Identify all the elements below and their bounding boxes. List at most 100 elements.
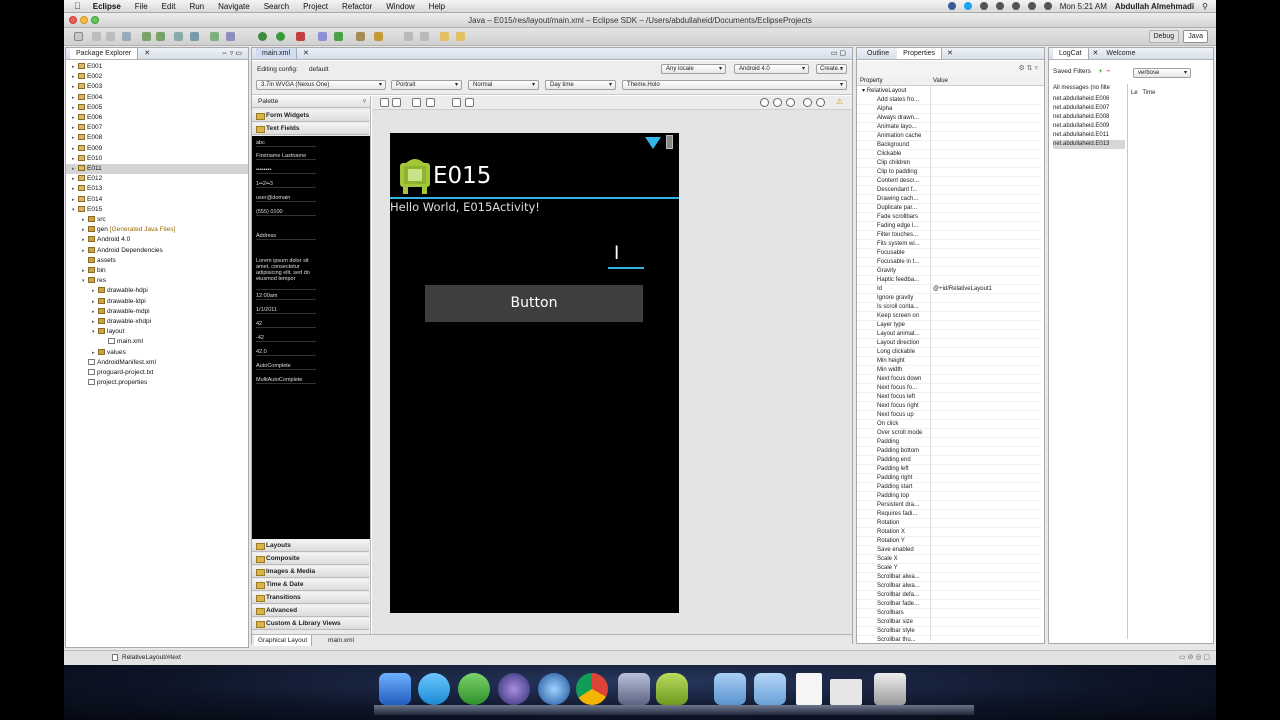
property-row[interactable]: Requires fadi... bbox=[857, 510, 1042, 519]
avd-manager-icon[interactable] bbox=[156, 32, 165, 41]
menu-edit[interactable]: Edit bbox=[162, 2, 176, 11]
tree-row-android-dependencies[interactable]: ▸ Android Dependencies bbox=[66, 246, 248, 256]
view-menu-icon[interactable]: ⇔ ▿ ▭ bbox=[221, 48, 242, 59]
property-row[interactable]: Focusable bbox=[857, 249, 1042, 258]
close-editor-tab-icon[interactable]: ✕ bbox=[303, 50, 309, 57]
menu-search[interactable]: Search bbox=[264, 2, 289, 11]
tree-row-e004[interactable]: ▸ E004 bbox=[66, 93, 248, 103]
property-row[interactable]: Scrollbar thu... bbox=[857, 636, 1042, 641]
palette-item-date[interactable]: 1/1/2011 bbox=[256, 307, 316, 314]
col-value[interactable]: Value bbox=[933, 77, 948, 86]
tree-row-e006[interactable]: ▸ E006 bbox=[66, 113, 248, 123]
log-level-select[interactable]: verbose bbox=[1133, 68, 1191, 78]
android-dock-icon[interactable] bbox=[656, 673, 688, 705]
toggle-vertical-icon[interactable] bbox=[392, 98, 401, 107]
editor-minmax-icon[interactable]: ▭ ▢ bbox=[831, 48, 846, 59]
battery-icon[interactable] bbox=[1043, 2, 1052, 10]
palette-item-person-name[interactable]: Firstname Lastname bbox=[256, 153, 316, 160]
menu-clock[interactable]: Mon 5:21 AM bbox=[1060, 2, 1107, 11]
property-row[interactable]: Save enabled bbox=[857, 546, 1042, 555]
property-row[interactable]: Animation cache bbox=[857, 132, 1042, 141]
property-row[interactable]: Next focus fo... bbox=[857, 384, 1042, 393]
property-row[interactable]: Fade scrollbars bbox=[857, 213, 1042, 222]
palette-item-multiautocomplete[interactable]: MultiAutoComplete bbox=[256, 377, 316, 384]
palette-category-form-widgets[interactable]: Form Widgets bbox=[252, 110, 369, 122]
tree-row-e012[interactable]: ▸ E012 bbox=[66, 174, 248, 184]
tab-package-explorer[interactable]: Package Explorer bbox=[70, 48, 139, 59]
api-level-select[interactable]: Android 4.0 bbox=[734, 64, 809, 74]
back-icon[interactable] bbox=[440, 32, 449, 41]
property-row[interactable]: Next focus left bbox=[857, 393, 1042, 402]
save-icon[interactable] bbox=[92, 32, 101, 41]
tree-row-assets[interactable]: assets bbox=[66, 256, 248, 266]
property-row[interactable]: Fading edge l... bbox=[857, 222, 1042, 231]
property-row[interactable]: Clip children bbox=[857, 159, 1042, 168]
logcat-filter-item[interactable]: net.abdullaheid.E009 bbox=[1053, 122, 1125, 131]
search-toolbar-icon[interactable] bbox=[374, 32, 383, 41]
new-android-project-icon[interactable] bbox=[226, 32, 235, 41]
palette-item-phone[interactable]: (555) 0100 bbox=[256, 209, 316, 216]
save-all-icon[interactable] bbox=[106, 32, 115, 41]
debug-icon[interactable] bbox=[258, 32, 267, 41]
run-icon[interactable] bbox=[276, 32, 285, 41]
property-row[interactable]: Keep screen on bbox=[857, 312, 1042, 321]
orientation-select[interactable]: Portrait bbox=[391, 80, 462, 90]
zoom-window-icon[interactable] bbox=[91, 16, 99, 24]
open-task-icon[interactable] bbox=[190, 32, 199, 41]
property-row[interactable]: Next focus right bbox=[857, 402, 1042, 411]
menu-run[interactable]: Run bbox=[189, 2, 204, 11]
tree-row-project-properties[interactable]: project.properties bbox=[66, 378, 248, 388]
night-mode-select[interactable]: Day time bbox=[545, 80, 616, 90]
tree-row-e002[interactable]: ▸ E002 bbox=[66, 72, 248, 82]
property-row[interactable]: Layer type bbox=[857, 321, 1042, 330]
palette-category-advanced[interactable]: Advanced bbox=[252, 605, 369, 617]
property-row[interactable]: Scale Y bbox=[857, 564, 1042, 573]
property-row[interactable]: Layout direction bbox=[857, 339, 1042, 348]
perspective-java[interactable]: Java bbox=[1183, 30, 1208, 43]
property-row[interactable]: Padding start bbox=[857, 483, 1042, 492]
utorrent-icon[interactable] bbox=[458, 673, 490, 705]
tab-properties[interactable]: Properties bbox=[897, 48, 943, 59]
property-row[interactable]: Filter touches... bbox=[857, 231, 1042, 240]
palette-category-text-fields[interactable]: Text Fields bbox=[252, 123, 369, 135]
property-row[interactable]: Long clickable bbox=[857, 348, 1042, 357]
property-row[interactable]: Alpha bbox=[857, 105, 1042, 114]
properties-toolbar-icons[interactable]: ⚙ ⇅ ▿ bbox=[1018, 64, 1038, 72]
logcat-filter-item[interactable]: net.abdullaheid.E008 bbox=[1053, 113, 1125, 122]
bluetooth-icon[interactable] bbox=[995, 2, 1004, 10]
property-row[interactable]: Rotation X bbox=[857, 528, 1042, 537]
tree-row-e015[interactable]: ▾ E015 bbox=[66, 205, 248, 215]
close-properties-tab-icon[interactable]: ✕ bbox=[947, 50, 953, 57]
applications-folder-icon[interactable] bbox=[714, 673, 746, 705]
property-row[interactable]: Rotation bbox=[857, 519, 1042, 528]
properties-root[interactable]: ▾ RelativeLayout bbox=[862, 87, 906, 94]
property-row[interactable]: Id @+id/RelativeLayout1 bbox=[857, 285, 1042, 294]
close-logcat-tab-icon[interactable]: ✕ bbox=[1093, 50, 1099, 57]
twitter-icon[interactable] bbox=[963, 2, 972, 10]
palette-item-password-numeric[interactable]: 1••2••3 bbox=[256, 181, 316, 188]
palette-item-time[interactable]: 12:00am bbox=[256, 293, 316, 300]
tab-main-xml[interactable]: main.xml bbox=[256, 48, 298, 59]
palette-category-transitions[interactable]: Transitions bbox=[252, 592, 369, 604]
property-row[interactable]: Padding top bbox=[857, 492, 1042, 501]
zoom-100-icon[interactable] bbox=[773, 98, 782, 107]
next-annotation-icon[interactable] bbox=[404, 32, 413, 41]
palette-item-multiline[interactable]: Lorem ipsum dolor sit amet, consectetur … bbox=[256, 258, 316, 290]
property-row[interactable]: Padding left bbox=[857, 465, 1042, 474]
property-row[interactable]: Scrollbar alwa... bbox=[857, 582, 1042, 591]
new-java-class-icon[interactable] bbox=[334, 32, 343, 41]
property-row[interactable]: Scrollbar fade... bbox=[857, 600, 1042, 609]
tree-row-bin[interactable]: ▸ bin bbox=[66, 266, 248, 276]
logcat-filter-item[interactable]: net.abdullaheid.E011 bbox=[1053, 131, 1125, 140]
tree-row-android-4-0[interactable]: ▸ Android 4.0 bbox=[66, 235, 248, 245]
tree-row-drawable-hdpi[interactable]: ▸ drawable-hdpi bbox=[66, 286, 248, 296]
menu-refactor[interactable]: Refactor bbox=[342, 2, 372, 11]
palette-category-custom-library-views[interactable]: Custom & Library Views bbox=[252, 618, 369, 630]
tree-row-drawable-ldpi[interactable]: ▸ drawable-ldpi bbox=[66, 297, 248, 307]
spotlight-icon[interactable]: ⚲ bbox=[1202, 2, 1208, 11]
margins-icon[interactable] bbox=[412, 98, 421, 107]
volume-icon[interactable] bbox=[1027, 2, 1036, 10]
minimize-window-icon[interactable] bbox=[80, 16, 88, 24]
device-select[interactable]: 3.7in WVGA (Nexus One) bbox=[256, 80, 386, 90]
hello-textview[interactable]: Hello World, E015Activity! bbox=[390, 200, 540, 214]
